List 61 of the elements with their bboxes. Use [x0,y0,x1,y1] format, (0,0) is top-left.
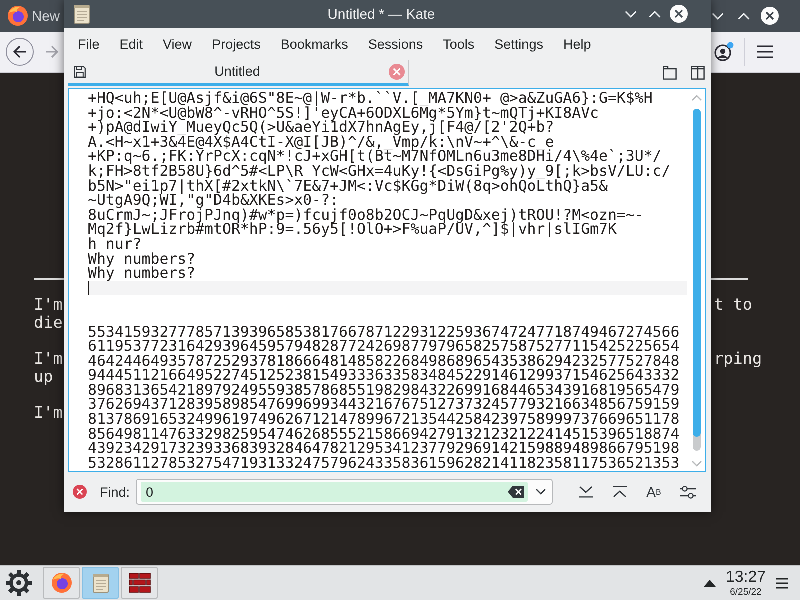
menu-item[interactable]: View [153,32,202,56]
close-icon [73,485,87,499]
find-field[interactable]: 0 [136,479,554,505]
chevron-up-bar-icon [613,486,628,498]
tab-title[interactable]: New [32,8,60,24]
close-button[interactable] [760,6,780,26]
menu-item[interactable]: Projects [202,32,271,56]
clock-date[interactable]: 6/25/22 [730,586,762,598]
page-text: I'm [34,403,63,422]
caret-up-icon[interactable] [704,580,716,586]
gear-icon [5,569,33,597]
menu-icon[interactable] [757,45,773,59]
page-text: up [34,367,54,386]
menu-item[interactable]: Sessions [358,32,434,56]
split-view-icon[interactable] [691,66,705,80]
clear-icon[interactable] [508,486,524,498]
menu-item[interactable]: Edit [110,32,154,56]
page-text: die [34,313,63,332]
tab-label: Untitled [214,64,262,79]
browser-icon [50,573,72,593]
code-line: +HQ<uh;E[U@Asjf&i@6S"8E~@|W-r*b.``V.[_MA7KN0+ @>a&ZuGA6}:G=K$%H [88,89,653,107]
code-line: Why numbers? [88,250,196,268]
match-case-button[interactable]: A$^{B}$ [639,479,670,505]
menu-item[interactable]: File [68,32,110,56]
notepad-icon [74,4,90,24]
menu-icon[interactable] [776,578,788,588]
clock-time[interactable]: 13:27 [726,568,766,586]
page-text: rping [714,349,762,368]
close-find-button[interactable] [73,485,87,499]
chevron-down-icon [712,12,724,20]
browser-icon [8,6,28,26]
menu-item[interactable]: Tools [433,32,485,56]
close-icon [761,7,779,25]
page-text: I'm [34,349,63,368]
task-button[interactable] [43,567,80,599]
chevron-down-bar-icon [579,486,594,498]
menu-item[interactable]: Settings [484,32,554,56]
chevron-down-icon [625,10,637,18]
page-text: t to [714,295,753,314]
account-icon[interactable] [714,42,734,62]
back-button[interactable] [6,38,34,66]
task-button[interactable] [121,567,158,599]
close-button[interactable] [669,4,689,24]
caret-icon[interactable] [536,489,546,495]
menu-item[interactable]: Help [553,32,602,56]
bricks-icon [128,573,150,593]
notepad-icon [92,574,108,592]
chevron-up-icon [738,12,750,20]
find-input[interactable]: 0 [141,482,528,502]
find-label: Find: [100,484,130,500]
text-editor[interactable] [68,88,706,472]
close-icon [670,5,688,23]
window-title: Untitled * — Kate [328,6,436,22]
page-text: I'm [34,295,63,314]
chevron-up-icon [649,10,661,18]
menu-item[interactable]: Bookmarks [270,32,358,56]
document-tab[interactable]: Untitled [68,60,409,86]
back-arrow-icon [13,45,27,59]
sliders-icon [680,486,696,498]
app-launcher-button[interactable] [4,568,34,598]
folder-icon[interactable] [663,66,677,80]
